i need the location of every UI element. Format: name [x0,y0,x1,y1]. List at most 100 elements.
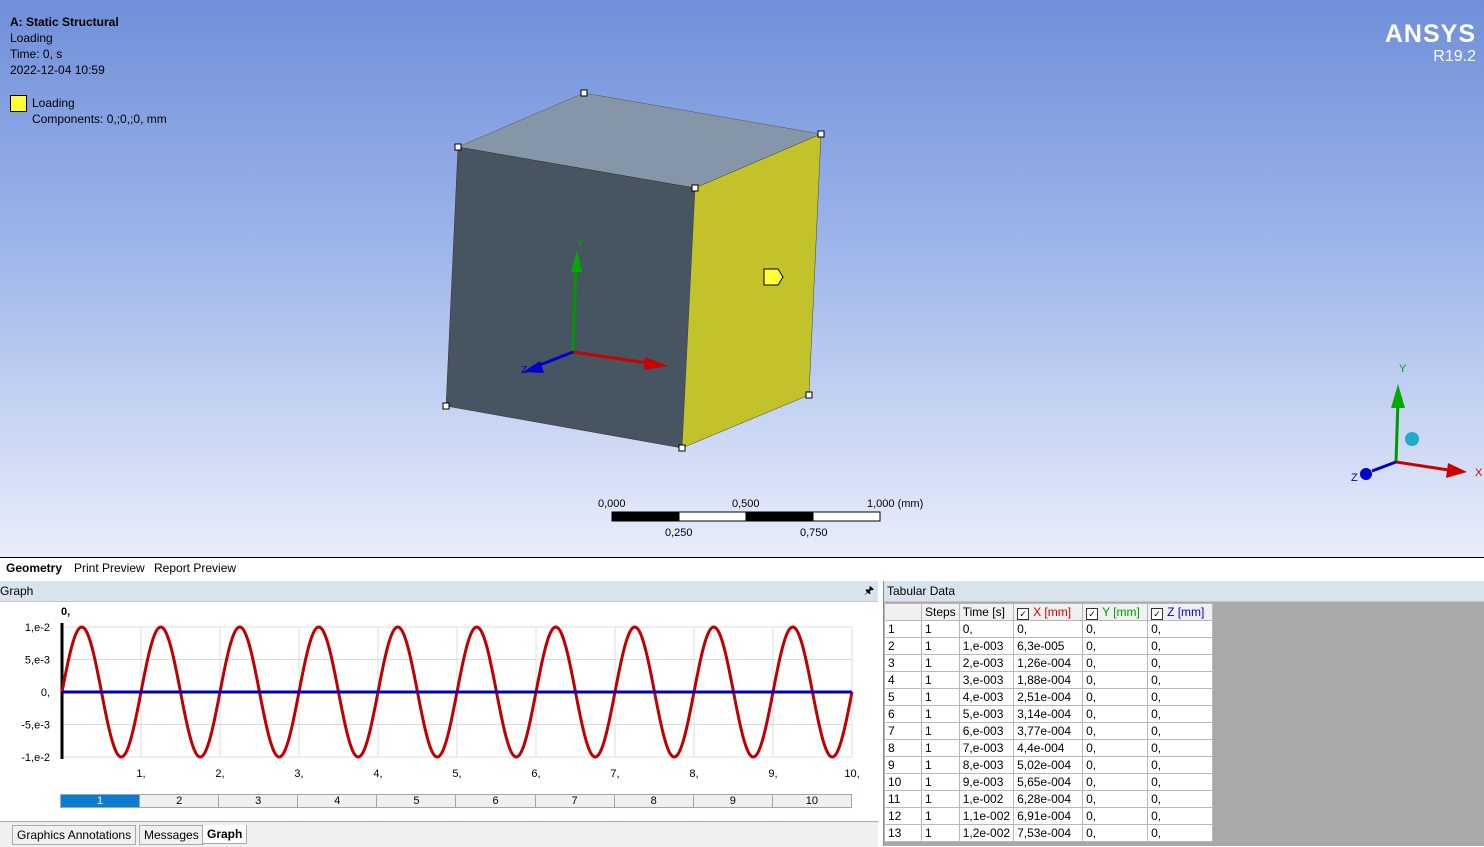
table-cell: 4 [884,671,922,689]
table-cell: 0, [1082,671,1149,689]
svg-text:Y: Y [1399,363,1407,375]
svg-text:Z: Z [521,365,527,376]
chart-title: 0, [61,606,70,618]
step-8[interactable]: 8 [613,794,694,808]
table-cell: 0, [1147,790,1214,808]
table-cell: 7 [884,722,922,740]
pin-icon[interactable]: 🖈 [864,581,874,601]
tab-print-preview[interactable]: Print Preview [70,560,149,576]
table-cell: 5,02e-004 [1013,756,1084,774]
table-cell: 1 [921,705,960,723]
table-cell: 6,28e-004 [1013,790,1084,808]
table-cell: 0, [1082,722,1149,740]
table-cell: 0, [958,620,1015,638]
table-cell: 0, [1147,807,1214,825]
table-cell: 10 [884,773,922,791]
table-cell: 8 [884,739,922,757]
step-1[interactable]: 1 [60,794,141,808]
table-cell: 3,e-003 [958,671,1015,689]
table-cell: 0, [1082,705,1149,723]
table-row[interactable]: 7 1 6,e-003 3,77e-004 0, 0, [884,722,1214,740]
graph-title: Graph [0,584,34,598]
table-cell: 1,2e-002 [958,824,1015,842]
step-5[interactable]: 5 [376,794,457,808]
table-row[interactable]: 4 1 3,e-003 1,88e-004 0, 0, [884,671,1214,689]
step-10[interactable]: 10 [771,794,852,808]
table-cell: 0, [1082,824,1149,842]
col-header-x[interactable]: ✓ X [mm] [1013,603,1084,621]
table-row[interactable]: 5 1 4,e-003 2,51e-004 0, 0, [884,688,1214,706]
cube-front-face[interactable] [445,146,696,449]
x-tick-label: 8, [689,768,698,780]
table-cell: 0, [1082,756,1149,774]
checkbox-icon[interactable]: ✓ [1086,608,1099,620]
step-4[interactable]: 4 [297,794,378,808]
global-triad[interactable]: Y X Z [1351,363,1483,484]
graphics-viewport[interactable]: A: Static Structural Loading Time: 0, s … [0,0,1484,557]
step-6[interactable]: 6 [455,794,536,808]
step-7[interactable]: 7 [534,794,615,808]
scale-label-250: 0,250 [665,527,693,539]
col-header-z[interactable]: ✓ Z [mm] [1147,603,1214,621]
x-tick-label: 10, [844,768,859,780]
tab-messages[interactable]: Messages [139,825,204,845]
table-cell: 1 [921,671,960,689]
bottom-tab-bar: Graphics Annotations Messages Graph [0,821,878,847]
tabular-data-panel: Tabular Data Steps Time [s] ✓ X [mm] ✓ Y [… [883,581,1484,846]
step-3[interactable]: 3 [218,794,299,808]
table-cell: 8,e-003 [958,756,1015,774]
table-cell: 1 [921,688,960,706]
tab-graph[interactable]: Graph [202,825,248,844]
table-cell: 1,e-002 [958,790,1015,808]
table-cell: 0, [1147,773,1214,791]
model-scene: Y Z Y X Z [442,89,1483,522]
table-cell: 3,14e-004 [1013,705,1084,723]
table-cell: 0, [1147,705,1214,723]
step-2[interactable]: 2 [139,794,220,808]
table-cell: 2 [884,637,922,655]
col-header-index [884,603,922,621]
table-row[interactable]: 6 1 5,e-003 3,14e-004 0, 0, [884,705,1214,723]
table-cell: 0, [1082,620,1149,638]
step-9[interactable]: 9 [692,794,773,808]
table-row[interactable]: 11 1 1,e-002 6,28e-004 0, 0, [884,790,1214,808]
table-cell: 0, [1082,688,1149,706]
table-row[interactable]: 3 1 2,e-003 1,26e-004 0, 0, [884,654,1214,672]
tab-report-preview[interactable]: Report Preview [150,560,240,576]
table-cell: 12 [884,807,922,825]
table-row[interactable]: 9 1 8,e-003 5,02e-004 0, 0, [884,756,1214,774]
table-cell: 1 [921,756,960,774]
tab-geometry[interactable]: Geometry [2,560,66,576]
scale-label-750: 0,750 [800,527,828,539]
col-header-y[interactable]: ✓ Y [mm] [1082,603,1149,621]
table-cell: 9,e-003 [958,773,1015,791]
table-cell: 1 [921,739,960,757]
table-cell: 6 [884,705,922,723]
tab-graphics-annotations[interactable]: Graphics Annotations [12,825,137,845]
table-row[interactable]: 2 1 1,e-003 6,3e-005 0, 0, [884,637,1214,655]
tabular-title: Tabular Data [884,581,1484,602]
table-cell: 0, [1147,620,1214,638]
table-cell: 0, [1082,790,1149,808]
graph-panel: Graph 🖈 0, 1,e-2 5,e-3 0, -5,e-3 -1,e-2 1, 2, 3,… [0,581,878,846]
table-row[interactable]: 13 1 1,2e-002 7,53e-004 0, 0, [884,824,1214,842]
table-cell: 1,88e-004 [1013,671,1084,689]
table-cell: 0, [1082,654,1149,672]
table-row[interactable]: 8 1 7,e-003 4,4e-004 0, 0, [884,739,1214,757]
table-cell: 0, [1082,739,1149,757]
graph-chart[interactable]: 0, 1,e-2 5,e-3 0, -5,e-3 -1,e-2 1, 2, 3, 4, 5, 6, 7,… [0,601,878,791]
table-cell: 7,53e-004 [1013,824,1084,842]
table-row[interactable]: 1 1 0, 0, 0, 0, [884,620,1214,638]
y-tick-label: -5,e-3 [21,720,50,732]
col-header-steps[interactable]: Steps [921,603,960,621]
table-cell: 9 [884,756,922,774]
scale-bar [611,511,881,522]
col-header-time[interactable]: Time [s] [958,603,1015,621]
checkbox-icon[interactable]: ✓ [1151,608,1164,620]
x-tick-label: 1, [136,768,145,780]
table-row[interactable]: 10 1 9,e-003 5,65e-004 0, 0, [884,773,1214,791]
checkbox-icon[interactable]: ✓ [1017,608,1030,620]
table-cell: 5,65e-004 [1013,773,1084,791]
table-row[interactable]: 12 1 1,1e-002 6,91e-004 0, 0, [884,807,1214,825]
table-cell: 1,e-003 [958,637,1015,655]
